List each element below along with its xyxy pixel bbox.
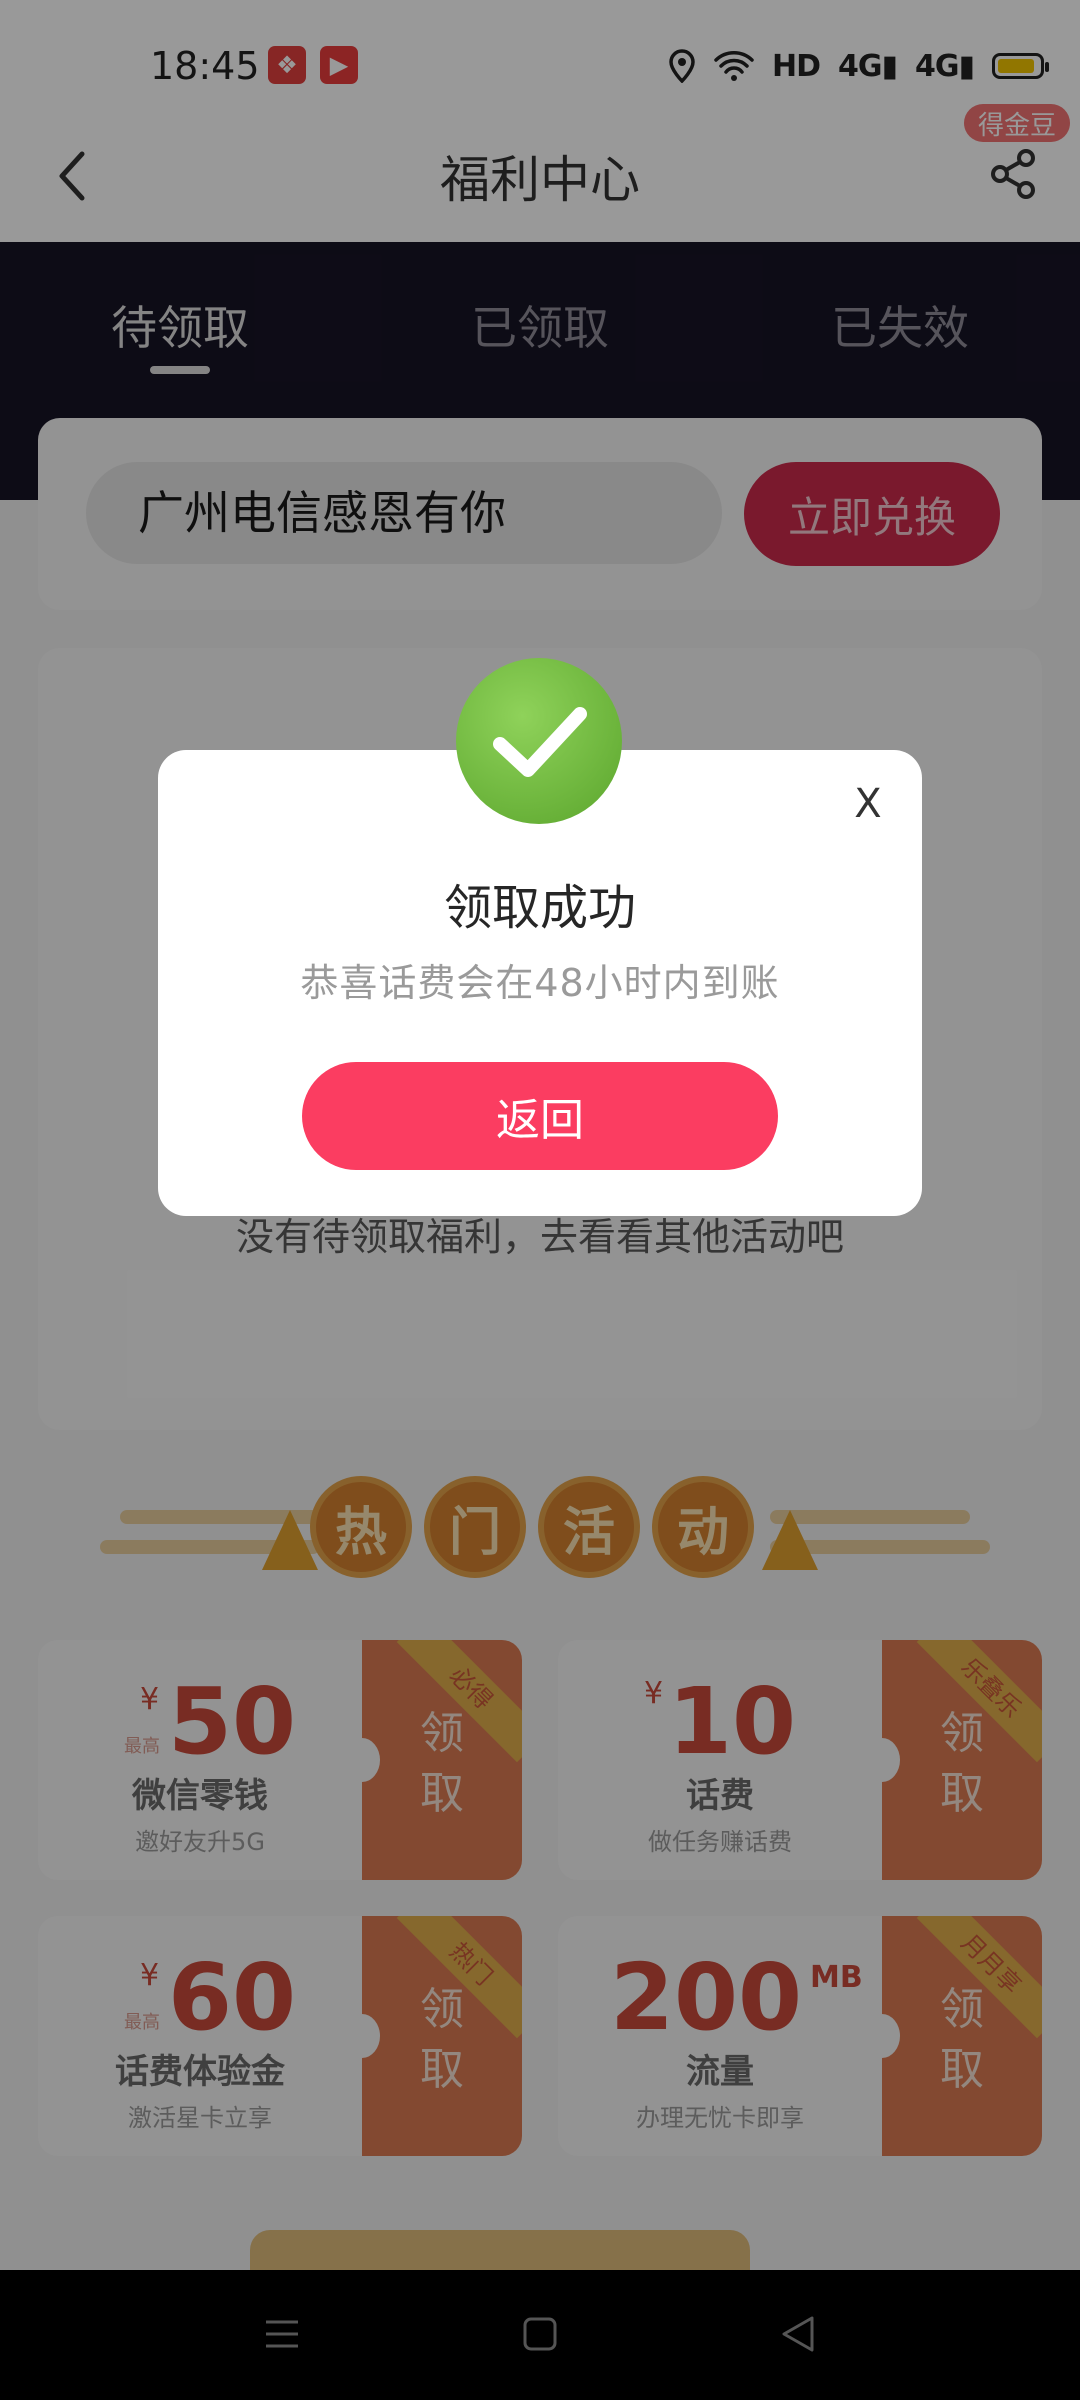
menu-icon[interactable]: [262, 2316, 302, 2352]
success-check-icon: [456, 658, 622, 824]
return-button[interactable]: 返回: [302, 1062, 778, 1170]
dialog-title: 领取成功: [443, 880, 636, 936]
close-dialog-button[interactable]: X: [840, 776, 896, 832]
back-triangle-icon[interactable]: [778, 2314, 818, 2354]
dialog-message: 恭喜话费会在48小时内到账: [300, 961, 780, 1005]
home-icon[interactable]: [520, 2314, 560, 2354]
